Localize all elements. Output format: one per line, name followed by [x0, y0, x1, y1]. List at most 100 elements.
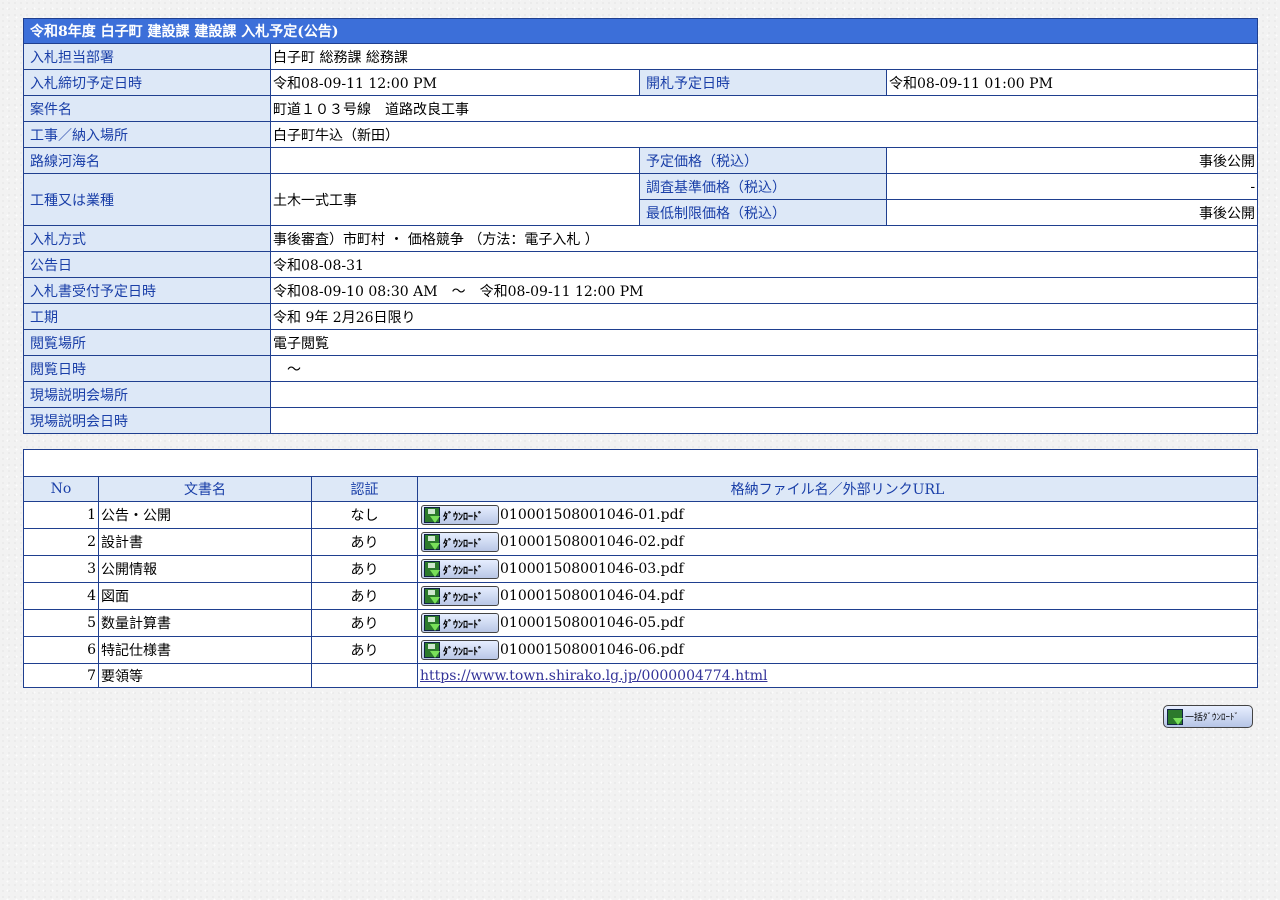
file-name: 010001508001046-04.pdf	[500, 588, 684, 604]
bulk-download-label: 一括ﾀﾞｳﾝﾛｰﾄﾞ	[1185, 713, 1240, 723]
label-category: 工種又は業種	[23, 173, 271, 226]
download-icon	[424, 507, 440, 523]
documents-title: 説明文書等	[23, 449, 1258, 477]
download-label: ﾀﾞｳﾝﾛｰﾄﾞ	[443, 646, 483, 658]
label-location: 工事／納入場所	[23, 121, 271, 148]
doc-no: 1	[23, 501, 99, 529]
col-header-file: 格納ファイル名／外部リンクURL	[417, 476, 1258, 502]
doc-file-cell: ﾀﾞｳﾝﾛｰﾄﾞ 010001508001046-05.pdf	[417, 609, 1258, 637]
doc-name: 公開情報	[98, 555, 312, 583]
doc-file-cell: ﾀﾞｳﾝﾛｰﾄﾞ 010001508001046-01.pdf	[417, 501, 1258, 529]
label-briefing-time: 現場説明会日時	[23, 407, 271, 434]
value-project: 町道１０３号線 道路改良工事	[269, 95, 1259, 122]
value-briefing-place	[269, 381, 1259, 408]
value-receipt: 令和08-09-10 08:30 AM ～ 令和08-09-11 12:00 P…	[269, 277, 1259, 304]
doc-no: 6	[23, 636, 99, 664]
file-name: 010001508001046-01.pdf	[500, 507, 684, 523]
doc-name: 図面	[98, 582, 312, 610]
download-label: ﾀﾞｳﾝﾛｰﾄﾞ	[443, 592, 483, 604]
label-dept: 入札担当部署	[23, 43, 271, 70]
download-button[interactable]: ﾀﾞｳﾝﾛｰﾄﾞ	[421, 586, 499, 606]
value-opening: 令和08-09-11 01:00 PM	[885, 69, 1259, 96]
doc-auth: あり	[311, 636, 418, 664]
table-row: 7 要領等 https://www.town.shirako.lg.jp/00000…	[23, 663, 1258, 688]
label-receipt: 入札書受付予定日時	[23, 277, 271, 304]
doc-auth: なし	[311, 501, 418, 529]
doc-file-cell: ﾀﾞｳﾝﾛｰﾄﾞ 010001508001046-03.pdf	[417, 555, 1258, 583]
value-announce-date: 令和08-08-31	[269, 251, 1259, 278]
doc-no: 7	[23, 663, 99, 688]
download-icon	[424, 561, 440, 577]
external-link[interactable]: https://www.town.shirako.lg.jp/000000477…	[420, 668, 767, 684]
bulk-download-button[interactable]: 一括ﾀﾞｳﾝﾛｰﾄﾞ	[1163, 705, 1253, 728]
doc-no: 2	[23, 528, 99, 556]
label-planned-price: 予定価格（税込）	[639, 147, 887, 174]
col-header-auth: 認証	[311, 476, 418, 502]
value-survey-price: -	[885, 173, 1259, 200]
download-button[interactable]: ﾀﾞｳﾝﾛｰﾄﾞ	[421, 505, 499, 525]
label-view-time: 閲覧日時	[23, 355, 271, 382]
doc-auth: あり	[311, 528, 418, 556]
doc-file-cell: ﾀﾞｳﾝﾛｰﾄﾞ 010001508001046-02.pdf	[417, 528, 1258, 556]
notice-table: 令和8年度 白子町 建設課 建設課 入札予定(公告) 入札担当部署 白子町 総務…	[22, 18, 1259, 434]
table-row: 6 特記仕様書 あり ﾀﾞｳﾝﾛｰﾄﾞ 010001508001046-06.pdf	[23, 636, 1258, 664]
label-deadline: 入札締切予定日時	[23, 69, 271, 96]
file-name: 010001508001046-05.pdf	[500, 615, 684, 631]
download-label: ﾀﾞｳﾝﾛｰﾄﾞ	[443, 511, 483, 523]
value-view-time: ～	[269, 355, 1259, 382]
doc-name: 数量計算書	[98, 609, 312, 637]
value-min-price: 事後公開	[885, 199, 1259, 226]
download-button[interactable]: ﾀﾞｳﾝﾛｰﾄﾞ	[421, 640, 499, 660]
value-view-place: 電子閲覧	[269, 329, 1259, 356]
value-period: 令和 9年 2月26日限り	[269, 303, 1259, 330]
col-header-no: No	[23, 476, 99, 502]
download-icon	[424, 534, 440, 550]
label-survey-price: 調査基準価格（税込）	[639, 173, 887, 200]
doc-no: 4	[23, 582, 99, 610]
doc-file-cell: ﾀﾞｳﾝﾛｰﾄﾞ 010001508001046-06.pdf	[417, 636, 1258, 664]
table-row: 3 公開情報 あり ﾀﾞｳﾝﾛｰﾄﾞ 010001508001046-03.pdf	[23, 555, 1258, 583]
download-icon	[424, 588, 440, 604]
doc-name: 要領等	[98, 663, 312, 688]
download-label: ﾀﾞｳﾝﾛｰﾄﾞ	[443, 565, 483, 577]
table-row: 1 公告・公開 なし ﾀﾞｳﾝﾛｰﾄﾞ 010001508001046-01.pdf	[23, 501, 1258, 529]
doc-auth	[311, 663, 418, 688]
label-method: 入札方式	[23, 225, 271, 252]
download-icon	[1167, 708, 1183, 725]
value-dept: 白子町 総務課 総務課	[269, 43, 1259, 70]
label-opening: 開札予定日時	[639, 69, 887, 96]
doc-name: 特記仕様書	[98, 636, 312, 664]
label-min-price: 最低制限価格（税込）	[639, 199, 887, 226]
doc-auth: あり	[311, 609, 418, 637]
label-announce-date: 公告日	[23, 251, 271, 278]
value-category: 土木一式工事	[270, 173, 640, 226]
download-button[interactable]: ﾀﾞｳﾝﾛｰﾄﾞ	[421, 613, 499, 633]
download-icon	[424, 642, 440, 658]
label-route: 路線河海名	[23, 147, 271, 174]
table-row: 2 設計書 あり ﾀﾞｳﾝﾛｰﾄﾞ 010001508001046-02.pdf	[23, 528, 1258, 556]
table-row: 4 図面 あり ﾀﾞｳﾝﾛｰﾄﾞ 010001508001046-04.pdf	[23, 582, 1258, 610]
col-header-name: 文書名	[98, 476, 312, 502]
value-briefing-time	[269, 407, 1259, 434]
download-button[interactable]: ﾀﾞｳﾝﾛｰﾄﾞ	[421, 559, 499, 579]
download-label: ﾀﾞｳﾝﾛｰﾄﾞ	[443, 619, 483, 631]
doc-file-cell: https://www.town.shirako.lg.jp/000000477…	[417, 663, 1258, 688]
doc-auth: あり	[311, 582, 418, 610]
file-name: 010001508001046-02.pdf	[500, 534, 684, 550]
download-button[interactable]: ﾀﾞｳﾝﾛｰﾄﾞ	[421, 532, 499, 552]
value-planned-price: 事後公開	[885, 147, 1259, 174]
doc-name: 設計書	[98, 528, 312, 556]
doc-file-cell: ﾀﾞｳﾝﾛｰﾄﾞ 010001508001046-04.pdf	[417, 582, 1258, 610]
table-row: 5 数量計算書 あり ﾀﾞｳﾝﾛｰﾄﾞ 010001508001046-05.pdf	[23, 609, 1258, 637]
value-method: 事後審査）市町村 ・ 価格競争 （方法：電子入札 ）	[269, 225, 1259, 252]
doc-auth: あり	[311, 555, 418, 583]
value-deadline: 令和08-09-11 12:00 PM	[270, 69, 640, 96]
doc-name: 公告・公開	[98, 501, 312, 529]
doc-no: 5	[23, 609, 99, 637]
file-name: 010001508001046-03.pdf	[500, 561, 684, 577]
documents-table: 説明文書等 No 文書名 認証 格納ファイル名／外部リンクURL 1 公告・公開な…	[23, 449, 1258, 688]
download-icon	[424, 615, 440, 631]
value-location: 白子町牛込（新田）	[269, 121, 1259, 148]
notice-title: 令和8年度 白子町 建設課 建設課 入札予定(公告)	[22, 18, 1259, 44]
file-name: 010001508001046-06.pdf	[500, 642, 684, 658]
